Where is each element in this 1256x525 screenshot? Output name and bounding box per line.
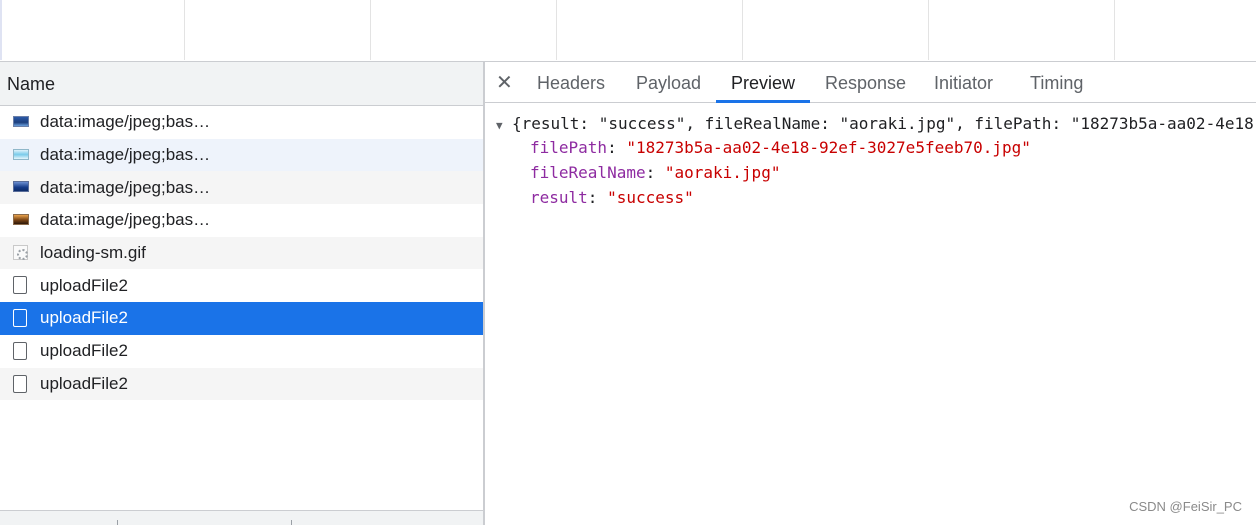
json-key: result: [530, 188, 588, 207]
tab-initiator[interactable]: Initiator: [934, 73, 993, 94]
json-field[interactable]: filePath: "18273b5a-aa02-4e18-92ef-3027e…: [530, 138, 1031, 157]
request-name: uploadFile2: [40, 373, 128, 393]
json-field[interactable]: fileRealName: "aoraki.jpg": [530, 163, 780, 182]
expand-triangle-icon[interactable]: ▼: [496, 119, 503, 132]
request-row-selected[interactable]: uploadFile2: [0, 302, 483, 335]
overview-gridline: [742, 0, 743, 60]
overview-gridline: [370, 0, 371, 60]
detail-tabbar: ✕ Headers Payload Preview Response Initi…: [485, 62, 1256, 103]
request-name: data:image/jpeg;bas…: [40, 210, 211, 230]
name-column-header[interactable]: Name: [7, 74, 55, 95]
request-row[interactable]: loading-sm.gif: [0, 236, 483, 270]
tab-timing[interactable]: Timing: [1030, 73, 1083, 94]
gif-file-icon: [13, 244, 28, 260]
json-value: "success": [607, 188, 694, 207]
json-value: "18273b5a-aa02-4e18-92ef-3027e5feeb70.jp…: [626, 138, 1031, 157]
network-overview-strip[interactable]: [0, 0, 1256, 62]
overview-gridline: [556, 0, 557, 60]
json-key: fileRealName: [530, 163, 646, 182]
image-thumbnail-icon: [13, 181, 29, 193]
request-list-status-bar: [0, 510, 483, 525]
request-row[interactable]: data:image/jpeg;bas…: [0, 204, 483, 237]
request-row[interactable]: uploadFile2: [0, 269, 483, 302]
request-rows: data:image/jpeg;bas… data:image/jpeg;bas…: [0, 106, 483, 401]
request-name: data:image/jpeg;bas…: [40, 112, 211, 132]
tab-response[interactable]: Response: [825, 73, 906, 94]
request-list-header[interactable]: Name: [0, 62, 483, 106]
request-row[interactable]: uploadFile2: [0, 335, 483, 368]
overview-edge: [0, 0, 2, 60]
request-detail-pane: ✕ Headers Payload Preview Response Initi…: [485, 62, 1256, 525]
status-separator: [117, 520, 118, 525]
active-tab-indicator: [716, 100, 810, 103]
json-field[interactable]: result: "success": [530, 188, 694, 207]
request-name: uploadFile2: [40, 275, 128, 295]
request-name: loading-sm.gif: [40, 243, 146, 263]
document-icon: [13, 341, 27, 360]
status-separator: [291, 520, 292, 525]
request-row[interactable]: data:image/jpeg;bas…: [0, 171, 483, 205]
image-thumbnail-icon: [13, 116, 29, 127]
json-value: "aoraki.jpg": [664, 163, 781, 182]
request-row[interactable]: data:image/jpeg;bas…: [0, 138, 483, 172]
tab-payload[interactable]: Payload: [636, 73, 701, 94]
document-icon: [13, 276, 27, 295]
watermark: CSDN @FeiSir_PC: [1129, 499, 1242, 514]
document-icon: [13, 309, 27, 328]
json-key: filePath: [530, 138, 608, 157]
overview-gridline: [928, 0, 929, 60]
overview-gridline: [1114, 0, 1115, 60]
close-icon[interactable]: ✕: [496, 70, 513, 95]
image-thumbnail-icon: [13, 214, 29, 226]
document-icon: [13, 374, 27, 393]
request-name: uploadFile2: [40, 341, 128, 361]
request-row[interactable]: data:image/jpeg;bas…: [0, 106, 483, 139]
overview-gridline: [184, 0, 185, 60]
request-list-pane: Name data:image/jpeg;bas… data:image/jpe…: [0, 62, 483, 525]
request-name: data:image/jpeg;bas…: [40, 145, 211, 165]
json-summary[interactable]: {result: "success", fileRealName: "aorak…: [512, 114, 1256, 133]
tab-preview[interactable]: Preview: [731, 73, 795, 94]
request-row[interactable]: uploadFile2: [0, 367, 483, 401]
json-preview: ▼ {result: "success", fileRealName: "aor…: [485, 104, 1256, 525]
request-name: uploadFile2: [40, 308, 128, 328]
image-thumbnail-icon: [13, 148, 29, 160]
request-name: data:image/jpeg;bas…: [40, 177, 211, 197]
tab-headers[interactable]: Headers: [537, 73, 605, 94]
